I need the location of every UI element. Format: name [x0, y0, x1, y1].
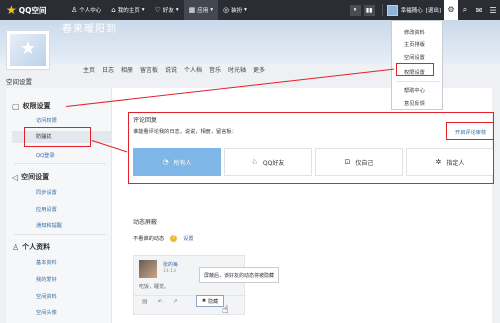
nav-apps[interactable]: ▦ 应用 ▾	[183, 0, 218, 20]
dynamic-shield-label: 不看谁的动态	[133, 236, 165, 242]
feed-actions: ▤ ✍ ↗	[134, 295, 246, 307]
apps-icon: ▦	[188, 6, 196, 14]
tab-mood[interactable]: 说说	[162, 65, 180, 74]
menu-item-homepage-layout[interactable]: 主页排版	[404, 41, 425, 48]
highlight-permission-settings	[396, 63, 434, 76]
sidebar-item-basic-info[interactable]: 基本资料	[36, 259, 57, 266]
pause-icon[interactable]: ⏸	[349, 4, 361, 16]
sidebar-item-app-settings[interactable]: 应用设置	[36, 206, 57, 213]
share-icon[interactable]: ↗	[173, 298, 178, 305]
hide-tooltip: 屏蔽后，该好友的动态将被隐藏	[199, 267, 279, 283]
tab-blog[interactable]: 日志	[99, 65, 117, 74]
tab-profile[interactable]: 个人档	[181, 65, 205, 74]
speaker-icon: ◁	[12, 172, 19, 182]
divider	[14, 163, 106, 164]
menu-icon[interactable]: ☰	[486, 6, 500, 15]
nav-personal-center[interactable]: ♙ 个人中心	[66, 0, 106, 20]
star-logo-icon: ★	[6, 3, 17, 17]
dynamic-shield-setting-link[interactable]: 设置	[183, 235, 193, 242]
user-icon: ♙	[12, 242, 20, 252]
chevron-down-icon: ▾	[210, 7, 213, 13]
feed-time: 14:13	[163, 269, 176, 274]
user-icon: ♙	[71, 6, 78, 14]
signal-icon[interactable]: ▮▮	[363, 4, 375, 16]
highlight-comment-settings	[128, 112, 494, 184]
sidebar-item-sync[interactable]: 同步设置	[36, 189, 57, 196]
dynamic-shield-row: 不看谁的动态 ? 设置	[133, 235, 194, 242]
nav-my-homepage[interactable]: ⌂ 我的主页 ▾	[106, 0, 149, 20]
mail-icon[interactable]: ✉	[472, 6, 486, 15]
friends-icon: ♡	[154, 6, 161, 14]
sidebar-item-qq-login[interactable]: QQ登录	[36, 152, 55, 159]
hide-icon: ✖	[201, 298, 207, 304]
user-avatar[interactable]	[386, 4, 398, 16]
sidebar-item-access[interactable]: 访问权限	[36, 117, 57, 124]
logout-link[interactable]: [退出]	[426, 6, 441, 14]
home-icon: ⌂	[111, 6, 116, 14]
permission-icon: ▢	[12, 101, 20, 111]
space-name: 春来暖阳到	[62, 24, 117, 35]
chevron-down-icon: ▾	[141, 7, 145, 13]
menu-item-feedback[interactable]: 意见反馈	[404, 100, 425, 107]
hand-cursor-icon: ☝	[222, 303, 229, 316]
game-icon: ◎	[223, 6, 230, 14]
menu-item-edit-profile[interactable]: 修改资料	[404, 29, 425, 36]
tab-timeline[interactable]: 时光轴	[225, 65, 249, 74]
tab-music[interactable]: 音乐	[206, 65, 224, 74]
tab-more[interactable]: 更多	[250, 65, 268, 74]
divider	[396, 81, 440, 82]
logo-text: QQ空间	[18, 5, 47, 15]
hide-feed-button[interactable]: ✖ 隐藏	[196, 295, 224, 307]
settings-sidebar	[6, 88, 112, 323]
dynamic-shield-title: 动态屏蔽	[133, 219, 158, 226]
section-space: ◁ 空间设置	[12, 172, 50, 182]
highlight-open-audit	[446, 122, 494, 140]
comment-icon[interactable]: ▤	[142, 298, 148, 305]
qzone-logo[interactable]: ★ QQ空间	[0, 4, 66, 16]
topbar-right-group: ⏸ ▮▮ 幸福随心 [退出] ⚙ ⌕ ✉ ☰	[349, 0, 500, 20]
nav-decorate[interactable]: ◎ 装扮 ▾	[218, 0, 252, 20]
section-profile: ♙ 个人资料	[12, 242, 51, 252]
chevron-down-icon: ▾	[175, 7, 179, 13]
divider	[14, 234, 106, 235]
divider	[381, 4, 383, 16]
sidebar-item-space-info[interactable]: 空间资料	[36, 293, 57, 300]
menu-item-space-settings[interactable]: 空间设置	[404, 54, 425, 61]
page-title: 空间设置	[6, 78, 32, 86]
top-navigation-bar: ★ QQ空间 ♙ 个人中心 ⌂ 我的主页 ▾ ♡ 好友 ▾ ▦ 应用 ▾ ◎ 装…	[0, 0, 500, 20]
tab-home[interactable]: 主页	[80, 65, 98, 74]
highlight-anti-harass	[24, 127, 91, 147]
tab-album[interactable]: 相册	[118, 65, 136, 74]
feed-user-name[interactable]: 张的每	[163, 261, 178, 268]
help-icon[interactable]: ?	[170, 235, 178, 242]
feed-text: 吃饭，睡觉。	[139, 284, 170, 290]
avatar	[139, 260, 157, 278]
menu-item-help-center[interactable]: 帮助中心	[404, 87, 425, 94]
sidebar-item-space-avatar[interactable]: 空间头像	[36, 309, 57, 316]
gear-icon[interactable]: ⚙	[444, 0, 458, 20]
search-icon[interactable]: ⌕	[458, 5, 472, 15]
chevron-down-icon: ▾	[244, 7, 247, 13]
section-permissions: ▢ 权限设置	[12, 101, 51, 111]
tab-guestbook[interactable]: 留言板	[137, 65, 161, 74]
nav-friends[interactable]: ♡ 好友 ▾	[150, 0, 184, 20]
profile-tabs: 主页 日志 相册 留言板 说说 个人档 音乐 时光轴 更多	[80, 65, 269, 74]
user-name[interactable]: 幸福随心	[401, 6, 423, 14]
sidebar-item-hobbies[interactable]: 我的爱好	[36, 276, 57, 283]
sidebar-item-notifications[interactable]: 通知和提醒	[36, 222, 62, 229]
profile-avatar[interactable]	[6, 30, 50, 70]
like-icon[interactable]: ✍	[158, 298, 163, 305]
